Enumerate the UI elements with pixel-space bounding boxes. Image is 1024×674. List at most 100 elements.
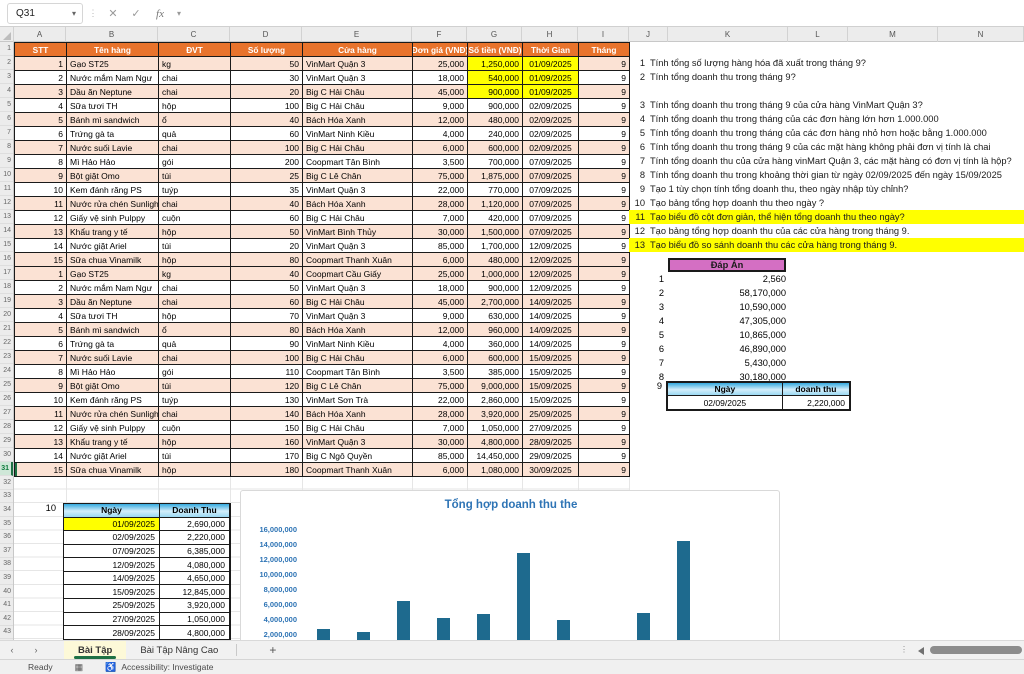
cell[interactable]: 4,080,000	[160, 558, 230, 572]
answer-7[interactable]: 75,430,000	[646, 356, 786, 370]
cell[interactable]: 9	[579, 309, 630, 323]
cell[interactable]: 240,000	[468, 127, 523, 141]
column-header-M[interactable]: M	[848, 27, 938, 42]
row-header-24[interactable]: 24	[0, 364, 13, 378]
cell[interactable]: VinMart Quận 3	[303, 309, 413, 323]
cell[interactable]: 8	[15, 365, 67, 379]
cell[interactable]: 4,000	[413, 127, 468, 141]
table-header-cell[interactable]: Thời Gian	[523, 43, 579, 57]
cell[interactable]: hộp	[159, 435, 231, 449]
cell[interactable]: hộp	[159, 225, 231, 239]
column-header-D[interactable]: D	[230, 27, 302, 42]
cell[interactable]: Bột giặt Omo	[67, 169, 159, 183]
cell[interactable]: 14	[15, 239, 67, 253]
column-header-I[interactable]: I	[578, 27, 629, 42]
cell[interactable]: túi	[159, 379, 231, 393]
cell[interactable]: 9	[579, 365, 630, 379]
cell[interactable]: 130	[231, 393, 303, 407]
column-header-K[interactable]: K	[668, 27, 788, 42]
cell[interactable]: 01/09/2025	[523, 57, 579, 71]
chart-bar-12/09/2025[interactable]	[437, 618, 450, 640]
cell[interactable]: 15	[15, 463, 67, 477]
cell[interactable]: 25,000	[413, 57, 468, 71]
cell[interactable]: Coopmart Thanh Xuân	[303, 253, 413, 267]
cell[interactable]: kg	[159, 267, 231, 281]
table-header-cell[interactable]: Số lượng	[231, 43, 303, 57]
row-header-5[interactable]: 5	[0, 98, 13, 112]
cell[interactable]: túi	[159, 449, 231, 463]
cell[interactable]: 12/09/2025	[64, 558, 160, 572]
cell[interactable]: 3	[15, 85, 67, 99]
cell[interactable]: quả	[159, 337, 231, 351]
cell[interactable]: 70	[231, 309, 303, 323]
cell[interactable]: 25/09/2025	[64, 599, 160, 613]
name-box[interactable]: Q31 ▾	[7, 3, 83, 24]
row-header-17[interactable]: 17	[0, 266, 13, 280]
cell[interactable]: VinMart Quận 3	[303, 239, 413, 253]
row-header-27[interactable]: 27	[0, 406, 13, 420]
cell[interactable]: 120	[231, 379, 303, 393]
row-header-30[interactable]: 30	[0, 448, 13, 462]
cell[interactable]: 4,800,000	[160, 626, 230, 640]
cell[interactable]: 180	[231, 463, 303, 477]
column-header-C[interactable]: C	[158, 27, 230, 42]
column-header-N[interactable]: N	[938, 27, 1024, 42]
row-header-18[interactable]: 18	[0, 280, 13, 294]
row-header-40[interactable]: 40	[0, 585, 13, 599]
row-header-42[interactable]: 42	[0, 612, 13, 626]
cell[interactable]: 27/09/2025	[523, 421, 579, 435]
cell[interactable]: VinMart Quận 3	[303, 71, 413, 85]
cell[interactable]: Nước suối Lavie	[67, 141, 159, 155]
cell[interactable]: 600,000	[468, 141, 523, 155]
cell[interactable]: 3,920,000	[160, 599, 230, 613]
cell[interactable]: Big C Hải Châu	[303, 211, 413, 225]
cell[interactable]: 9	[579, 127, 630, 141]
cell[interactable]: 28/09/2025	[64, 626, 160, 640]
cell[interactable]: 9	[579, 85, 630, 99]
cell[interactable]: 02/09/2025	[64, 531, 160, 545]
chart-bar-25/09/2025[interactable]	[557, 620, 570, 640]
cell[interactable]: 385,000	[468, 365, 523, 379]
cell[interactable]: 15/09/2025	[523, 379, 579, 393]
row-header-26[interactable]: 26	[0, 392, 13, 406]
cell[interactable]: Big C Hải Châu	[303, 421, 413, 435]
cell[interactable]: 28,000	[413, 407, 468, 421]
cell[interactable]: Bánh mì sandwich	[67, 113, 159, 127]
table-header-cell[interactable]: Cửa hàng	[303, 43, 413, 57]
cell[interactable]: Sữa tươi TH	[67, 99, 159, 113]
cell[interactable]: Nước rửa chén Sunlight	[67, 407, 159, 421]
cell[interactable]: 9	[579, 169, 630, 183]
cell[interactable]: 7,000	[413, 211, 468, 225]
row-header-36[interactable]: 36	[0, 530, 13, 544]
cell[interactable]: 480,000	[468, 113, 523, 127]
cell[interactable]: 85,000	[413, 239, 468, 253]
cell[interactable]: 14/09/2025	[64, 572, 160, 586]
cell[interactable]: 30,000	[413, 435, 468, 449]
cell[interactable]: 9	[579, 155, 630, 169]
cell[interactable]: Big C Hải Châu	[303, 85, 413, 99]
answer-2[interactable]: 258,170,000	[646, 286, 786, 300]
row-header-22[interactable]: 22	[0, 336, 13, 350]
cell[interactable]: 420,000	[468, 211, 523, 225]
cell[interactable]: VinMart Sơn Trà	[303, 393, 413, 407]
row-header-16[interactable]: 16	[0, 252, 13, 266]
cell[interactable]: 40	[231, 267, 303, 281]
tab-bai-tap[interactable]: Bài Tập	[64, 641, 126, 660]
cell[interactable]: Mì Hảo Hảo	[67, 365, 159, 379]
chart-bar-29/09/2025[interactable]	[677, 541, 690, 640]
cell[interactable]: 15/09/2025	[523, 393, 579, 407]
row-header-4[interactable]: 4	[0, 84, 13, 98]
cell[interactable]: 9	[579, 337, 630, 351]
cell[interactable]: cuộn	[159, 211, 231, 225]
cell[interactable]: 45,000	[413, 85, 468, 99]
cell[interactable]: 2,690,000	[160, 518, 230, 532]
cell[interactable]: 02/09/2025	[523, 141, 579, 155]
cell[interactable]: hộp	[159, 99, 231, 113]
cell[interactable]: VinMart Ninh Kiều	[303, 127, 413, 141]
row-header-13[interactable]: 13	[0, 210, 13, 224]
column-header-H[interactable]: H	[522, 27, 578, 42]
cell[interactable]: 6,000	[413, 463, 468, 477]
cell[interactable]: Bách Hóa Xanh	[303, 407, 413, 421]
cell[interactable]: 12,000	[413, 323, 468, 337]
table-header-cell[interactable]: ĐVT	[159, 43, 231, 57]
